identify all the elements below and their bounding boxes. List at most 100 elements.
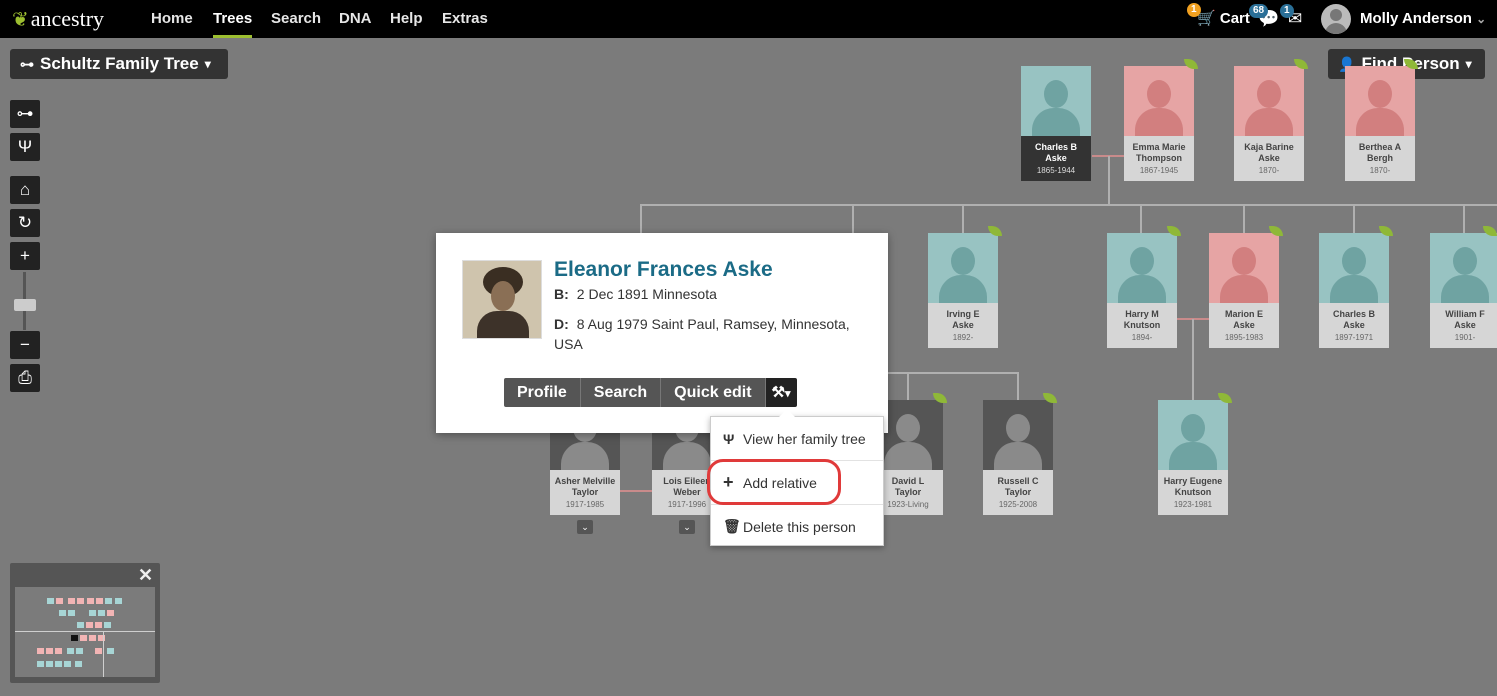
- person-name: Russell C Taylor: [997, 476, 1039, 497]
- menu-item-label: Delete this person: [743, 518, 856, 535]
- nav-home[interactable]: Home: [151, 0, 193, 38]
- chevron-down-icon: ⌄: [683, 522, 691, 532]
- zoom-out-button[interactable]: −: [10, 331, 40, 359]
- person-card[interactable]: William F Aske 1901-: [1430, 233, 1497, 348]
- family-view-button[interactable]: Ψ: [10, 133, 40, 161]
- highlight-ring: [707, 459, 841, 505]
- person-card[interactable]: Charles B Aske 1865-1944: [1021, 66, 1091, 181]
- nav-dna[interactable]: DNA: [339, 0, 372, 38]
- tree-connector: [1017, 372, 1019, 402]
- chevron-down-icon: ▾: [1465, 57, 1472, 71]
- tree-connector: [1140, 204, 1142, 234]
- search-button[interactable]: Search: [580, 378, 662, 407]
- cart-count-badge: 1: [1187, 3, 1201, 17]
- person-photo: [983, 400, 1053, 470]
- tools-icon: ⚒: [771, 384, 785, 401]
- death-label: D:: [554, 316, 569, 332]
- person-dates: 1894-: [1131, 333, 1153, 342]
- person-name: Emma Marie Thompson: [1132, 142, 1186, 163]
- person-dates: 1870-: [1369, 166, 1391, 175]
- birth-label: B:: [554, 286, 569, 302]
- person-card[interactable]: Emma Marie Thompson 1867-1945: [1124, 66, 1194, 181]
- person-name: Irving E Aske: [946, 309, 980, 330]
- nav-help[interactable]: Help: [390, 0, 423, 38]
- person-card[interactable]: Charles B Aske 1897-1971: [1319, 233, 1389, 348]
- person-dates: 1865-1944: [1036, 166, 1076, 175]
- avatar[interactable]: [1321, 4, 1351, 34]
- family-view-icon: Ψ: [17, 137, 33, 156]
- nav-search[interactable]: Search: [271, 0, 321, 38]
- person-card[interactable]: Harry Eugene Knutson 1923-1981: [1158, 400, 1228, 515]
- minimap-viewport: [15, 587, 155, 677]
- person-dates: 1897-1971: [1334, 333, 1374, 342]
- person-dates: 1895-1983: [1224, 333, 1264, 342]
- tree-pedigree-icon: ⊶: [20, 55, 34, 72]
- chevron-down-icon: ▾: [204, 57, 211, 71]
- expand-children-button[interactable]: ⌄: [577, 520, 593, 534]
- print-button[interactable]: ⎙: [10, 364, 40, 392]
- family-tree-icon: Ψ: [723, 430, 735, 447]
- trash-icon: 🗑: [723, 518, 741, 534]
- home-icon: ⌂: [19, 180, 31, 199]
- tree-connector: [907, 372, 909, 402]
- top-nav: ❦ ancestry Home Trees Search DNA Help Ex…: [0, 0, 1497, 38]
- menu-item-view-family-tree[interactable]: Ψ View her family tree: [711, 417, 883, 460]
- menu-item-label: View her family tree: [743, 430, 866, 447]
- leaf-logo-icon: ❦: [12, 8, 29, 31]
- person-card[interactable]: Russell C Taylor 1925-2008: [983, 400, 1053, 515]
- tree-connector: [1353, 204, 1355, 234]
- quick-edit-button[interactable]: Quick edit: [661, 378, 766, 407]
- tree-selector-label: Schultz Family Tree: [40, 54, 199, 73]
- person-silhouette-icon: [1107, 233, 1177, 303]
- person-silhouette-icon: [1124, 66, 1194, 136]
- person-dates: 1870-: [1258, 166, 1280, 175]
- reset-view-button[interactable]: ↻: [10, 209, 40, 237]
- nav-trees[interactable]: Trees: [213, 0, 253, 38]
- zoom-slider-handle[interactable]: [14, 299, 36, 311]
- death-info: D: 8 Aug 1979 Saint Paul, Ramsey, Minneso…: [554, 314, 874, 354]
- pedigree-view-button[interactable]: ⊶: [10, 100, 40, 128]
- person-silhouette-icon: [1319, 233, 1389, 303]
- profile-button[interactable]: Profile: [504, 378, 581, 407]
- person-card[interactable]: Kaja Barine Aske 1870-: [1234, 66, 1304, 181]
- person-card[interactable]: Berthea A Bergh 1870-: [1345, 66, 1415, 181]
- person-name: Kaja Barine Aske: [1244, 142, 1294, 163]
- person-card[interactable]: Harry M Knutson 1894-: [1107, 233, 1177, 348]
- cart-button[interactable]: 🛒 Cart: [1197, 0, 1250, 38]
- person-name-link[interactable]: Eleanor Frances Aske: [554, 258, 773, 282]
- person-dates: 1901-: [1454, 333, 1476, 342]
- tree-connector: [1463, 204, 1465, 234]
- home-person-button[interactable]: ⌂: [10, 176, 40, 204]
- reset-icon: ↻: [17, 213, 33, 232]
- chevron-down-icon: ⌄: [581, 522, 589, 532]
- menu-item-delete-person[interactable]: 🗑 Delete this person: [711, 505, 883, 548]
- tree-connector: [640, 204, 642, 234]
- user-menu[interactable]: Molly Anderson ⌄: [1360, 0, 1486, 38]
- tree-connector: [640, 204, 1497, 206]
- person-name: Charles B Aske: [1332, 309, 1376, 330]
- tools-menu-button[interactable]: ⚒▾: [765, 378, 797, 407]
- ancestry-logo[interactable]: ❦ ancestry: [12, 6, 104, 32]
- zoom-in-button[interactable]: +: [10, 242, 40, 270]
- tree-connector: [1192, 319, 1194, 401]
- person-card[interactable]: Marion E Aske 1895-1983: [1209, 233, 1279, 348]
- person-name: Harry M Knutson: [1123, 309, 1161, 330]
- tree-selector-button[interactable]: ⊶ Schultz Family Tree ▾: [10, 49, 228, 79]
- expand-children-button[interactable]: ⌄: [679, 520, 695, 534]
- birth-value: 2 Dec 1891 Minnesota: [576, 286, 717, 302]
- person-card[interactable]: Irving E Aske 1892-: [928, 233, 998, 348]
- print-icon: ⎙: [18, 368, 32, 387]
- person-name: Asher Melville Taylor: [554, 476, 616, 497]
- person-portrait: [462, 260, 542, 339]
- person-name: Charles B Aske: [1034, 142, 1078, 163]
- person-silhouette-icon: [1345, 66, 1415, 136]
- pedigree-view-icon: ⊶: [16, 104, 34, 123]
- person-name: Marion E Aske: [1224, 309, 1263, 330]
- birth-info: B: 2 Dec 1891 Minnesota: [554, 284, 717, 304]
- nav-extras[interactable]: Extras: [442, 0, 488, 38]
- logo-text: ancestry: [30, 6, 105, 31]
- person-popup: Eleanor Frances Aske B: 2 Dec 1891 Minnes…: [436, 233, 888, 433]
- close-icon[interactable]: ✕: [138, 565, 153, 586]
- tree-minimap[interactable]: ✕: [10, 563, 160, 683]
- person-silhouette-icon: [1234, 66, 1304, 136]
